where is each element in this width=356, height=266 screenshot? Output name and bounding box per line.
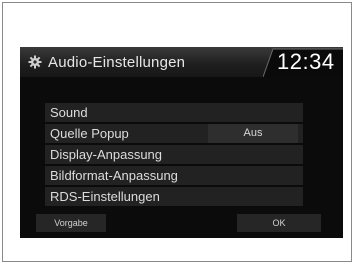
menu-item-label: Sound bbox=[50, 105, 88, 120]
menu-item-rds-einstellungen[interactable]: RDS-Einstellungen bbox=[45, 187, 303, 206]
menu-item-bildformat-anpassung[interactable]: Bildformat-Anpassung bbox=[45, 166, 303, 185]
ok-button[interactable]: OK bbox=[237, 214, 321, 232]
page-title: Audio-Einstellungen bbox=[48, 54, 186, 71]
menu-item-label: Bildformat-Anpassung bbox=[50, 168, 178, 183]
audio-settings-screen: Audio-Einstellungen 12:34 Sound Quelle P… bbox=[20, 47, 343, 238]
page-frame: Audio-Einstellungen 12:34 Sound Quelle P… bbox=[2, 2, 352, 262]
settings-menu: Sound Quelle Popup Aus Display-Anpassung… bbox=[45, 103, 303, 208]
menu-item-label: Quelle Popup bbox=[50, 126, 129, 141]
title-bar: Audio-Einstellungen 12:34 bbox=[20, 47, 343, 77]
clock-panel: 12:34 bbox=[263, 47, 343, 77]
clock-display: 12:34 bbox=[277, 49, 335, 74]
menu-item-sound[interactable]: Sound bbox=[45, 103, 303, 122]
menu-item-label: RDS-Einstellungen bbox=[50, 189, 160, 204]
menu-item-quelle-popup[interactable]: Quelle Popup Aus bbox=[45, 124, 303, 143]
menu-item-display-anpassung[interactable]: Display-Anpassung bbox=[45, 145, 303, 164]
gear-icon bbox=[28, 55, 42, 69]
quelle-popup-value: Aus bbox=[208, 124, 298, 143]
default-button[interactable]: Vorgabe bbox=[36, 214, 106, 232]
menu-item-label: Display-Anpassung bbox=[50, 147, 163, 162]
